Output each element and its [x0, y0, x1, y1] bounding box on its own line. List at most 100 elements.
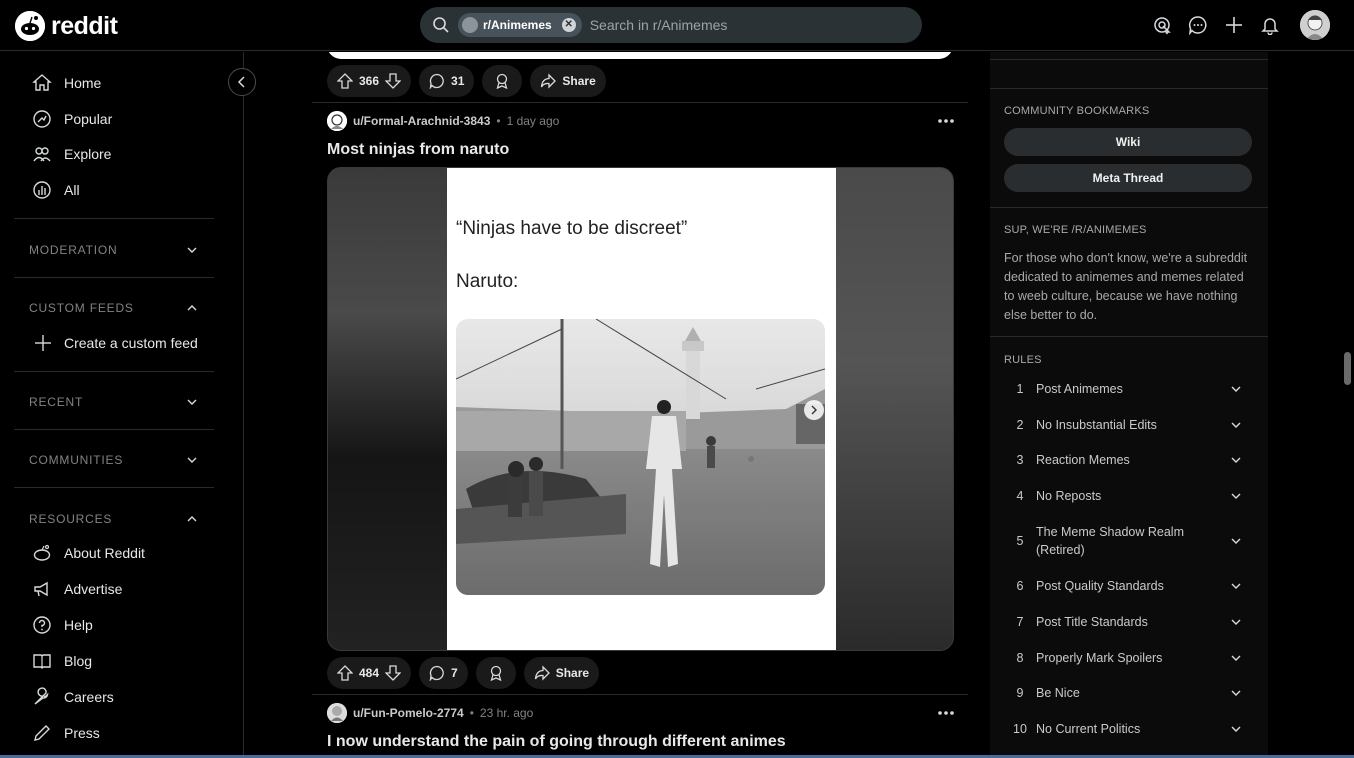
rule-number: 5 — [1016, 534, 1024, 548]
separator: • — [469, 706, 474, 720]
rule-item[interactable]: 10 No Current Politics — [1004, 720, 1252, 738]
vote-control: 366 — [327, 65, 412, 97]
post-media[interactable]: “Ninjas have to be discreet” Naruto: — [327, 167, 954, 651]
community-filter-chip[interactable]: r/Animemes ✕ — [458, 13, 582, 37]
help-icon — [33, 616, 51, 634]
rule-item[interactable]: 1 Post Animemes — [1004, 380, 1252, 398]
reddit-logo[interactable]: reddit — [15, 11, 118, 41]
community-avatar — [462, 17, 478, 33]
nav-explore-label: Explore — [64, 146, 112, 162]
megaphone-icon — [34, 581, 48, 597]
comments-button[interactable]: 31 — [419, 65, 475, 97]
award-button[interactable] — [475, 657, 516, 689]
carousel-next-button[interactable] — [804, 400, 824, 420]
section-recent[interactable]: RECENT — [14, 384, 214, 420]
rule-item[interactable]: 6 Post Quality Standards — [1004, 577, 1252, 595]
rule-item[interactable]: 5 The Meme Shadow Realm (Retired) — [1004, 523, 1252, 559]
upvote-icon[interactable] — [337, 665, 353, 681]
reddit-alien-icon — [33, 544, 51, 561]
upvote-icon[interactable] — [337, 73, 353, 89]
rule-number: 4 — [1016, 489, 1024, 503]
rule-text: Reaction Memes — [1036, 453, 1130, 467]
chevron-down-icon — [187, 247, 197, 253]
comment-count: 7 — [451, 666, 458, 680]
post-author[interactable]: u/Fun-Pomelo-2774 — [353, 706, 464, 720]
chevron-up-icon — [187, 516, 197, 522]
create-icon[interactable] — [1222, 8, 1246, 42]
vote-count: 484 — [359, 666, 380, 680]
post-title[interactable]: Most ninjas from naruto — [327, 141, 509, 159]
downvote-icon[interactable] — [385, 73, 402, 89]
rule-text: No Current Politics — [1036, 722, 1141, 736]
section-resources[interactable]: RESOURCES — [14, 501, 214, 537]
more-options-icon[interactable] — [932, 703, 960, 723]
rule-item[interactable]: 3 Reaction Memes — [1004, 451, 1252, 469]
rule-item[interactable]: 8 Properly Mark Spoilers — [1004, 649, 1252, 667]
resource-about-reddit[interactable]: About Reddit — [14, 535, 214, 571]
section-communities[interactable]: COMMUNITIES — [14, 442, 214, 478]
user-avatar[interactable] — [1300, 10, 1330, 40]
search-input[interactable] — [589, 17, 890, 33]
rule-number: 10 — [1013, 722, 1027, 736]
separator: • — [496, 114, 501, 128]
rule-item[interactable]: 9 Be Nice — [1004, 684, 1252, 702]
nav-popular[interactable]: Popular — [14, 101, 214, 137]
rule-item[interactable]: 2 No Insubstantial Edits — [1004, 416, 1252, 434]
previous-post-image[interactable] — [327, 52, 953, 59]
wrench-icon — [34, 687, 49, 705]
close-icon[interactable]: ✕ — [561, 18, 576, 32]
bookmark-meta-thread-button[interactable]: Meta Thread — [1004, 164, 1252, 192]
resource-label: Blog — [64, 653, 93, 669]
resource-press[interactable]: Press — [14, 715, 214, 751]
search-bar[interactable]: r/Animemes ✕ — [420, 7, 922, 43]
award-button[interactable] — [482, 65, 523, 97]
resource-blog[interactable]: Blog — [14, 643, 214, 679]
nav-all[interactable]: All — [14, 172, 214, 208]
chevron-down-icon — [1231, 493, 1241, 499]
share-button[interactable]: Share — [530, 65, 606, 97]
left-sidebar: Home Popular Explore All MODERATION CUST… — [0, 52, 256, 758]
chevron-down-icon — [1231, 386, 1241, 392]
rule-text: No Insubstantial Edits — [1036, 418, 1157, 432]
media-backdrop — [328, 168, 447, 650]
resource-careers[interactable]: Careers — [14, 679, 214, 715]
create-custom-feed[interactable]: Create a custom feed — [14, 325, 214, 361]
more-options-icon[interactable] — [932, 111, 960, 131]
award-icon — [490, 665, 502, 681]
nav-explore[interactable]: Explore — [14, 136, 214, 172]
rule-number: 3 — [1016, 453, 1024, 467]
nav-popular-label: Popular — [64, 111, 113, 127]
nav-home-label: Home — [64, 75, 102, 91]
section-moderation[interactable]: MODERATION — [14, 232, 214, 268]
collapse-sidebar-button[interactable] — [228, 68, 256, 96]
chevron-down-icon — [1231, 583, 1241, 589]
post-author[interactable]: u/Formal-Arachnid-3843 — [353, 114, 490, 128]
media-backdrop — [834, 168, 953, 650]
post-meta: u/Formal-Arachnid-3843 • 1 day ago — [327, 111, 559, 131]
nav-home[interactable]: Home — [14, 65, 214, 101]
divider — [990, 88, 1268, 89]
advertise-icon[interactable] — [1150, 8, 1174, 42]
comment-icon — [429, 665, 444, 681]
resource-help[interactable]: Help — [14, 607, 214, 643]
bookmark-wiki-button[interactable]: Wiki — [1004, 128, 1252, 156]
comments-button[interactable]: 7 — [419, 657, 468, 689]
notifications-icon[interactable] — [1258, 8, 1282, 42]
rule-text: Post Animemes — [1036, 382, 1123, 396]
downvote-icon[interactable] — [385, 665, 402, 681]
chat-icon[interactable] — [1186, 8, 1210, 42]
chip-label: r/Animemes — [483, 18, 552, 32]
page-scrollbar[interactable] — [1344, 352, 1351, 385]
divider — [14, 277, 214, 278]
explore-icon — [33, 147, 51, 162]
popular-icon — [33, 110, 51, 128]
user-avatar[interactable] — [327, 703, 347, 723]
section-custom-feeds[interactable]: CUSTOM FEEDS — [14, 290, 214, 326]
share-button[interactable]: Share — [523, 657, 600, 689]
divider — [990, 59, 1268, 60]
post-title[interactable]: I now understand the pain of going throu… — [327, 733, 786, 751]
rule-item[interactable]: 7 Post Title Standards — [1004, 613, 1252, 631]
rule-item[interactable]: 4 No Reposts — [1004, 487, 1252, 505]
resource-advertise[interactable]: Advertise — [14, 571, 214, 607]
user-avatar[interactable] — [327, 111, 347, 131]
